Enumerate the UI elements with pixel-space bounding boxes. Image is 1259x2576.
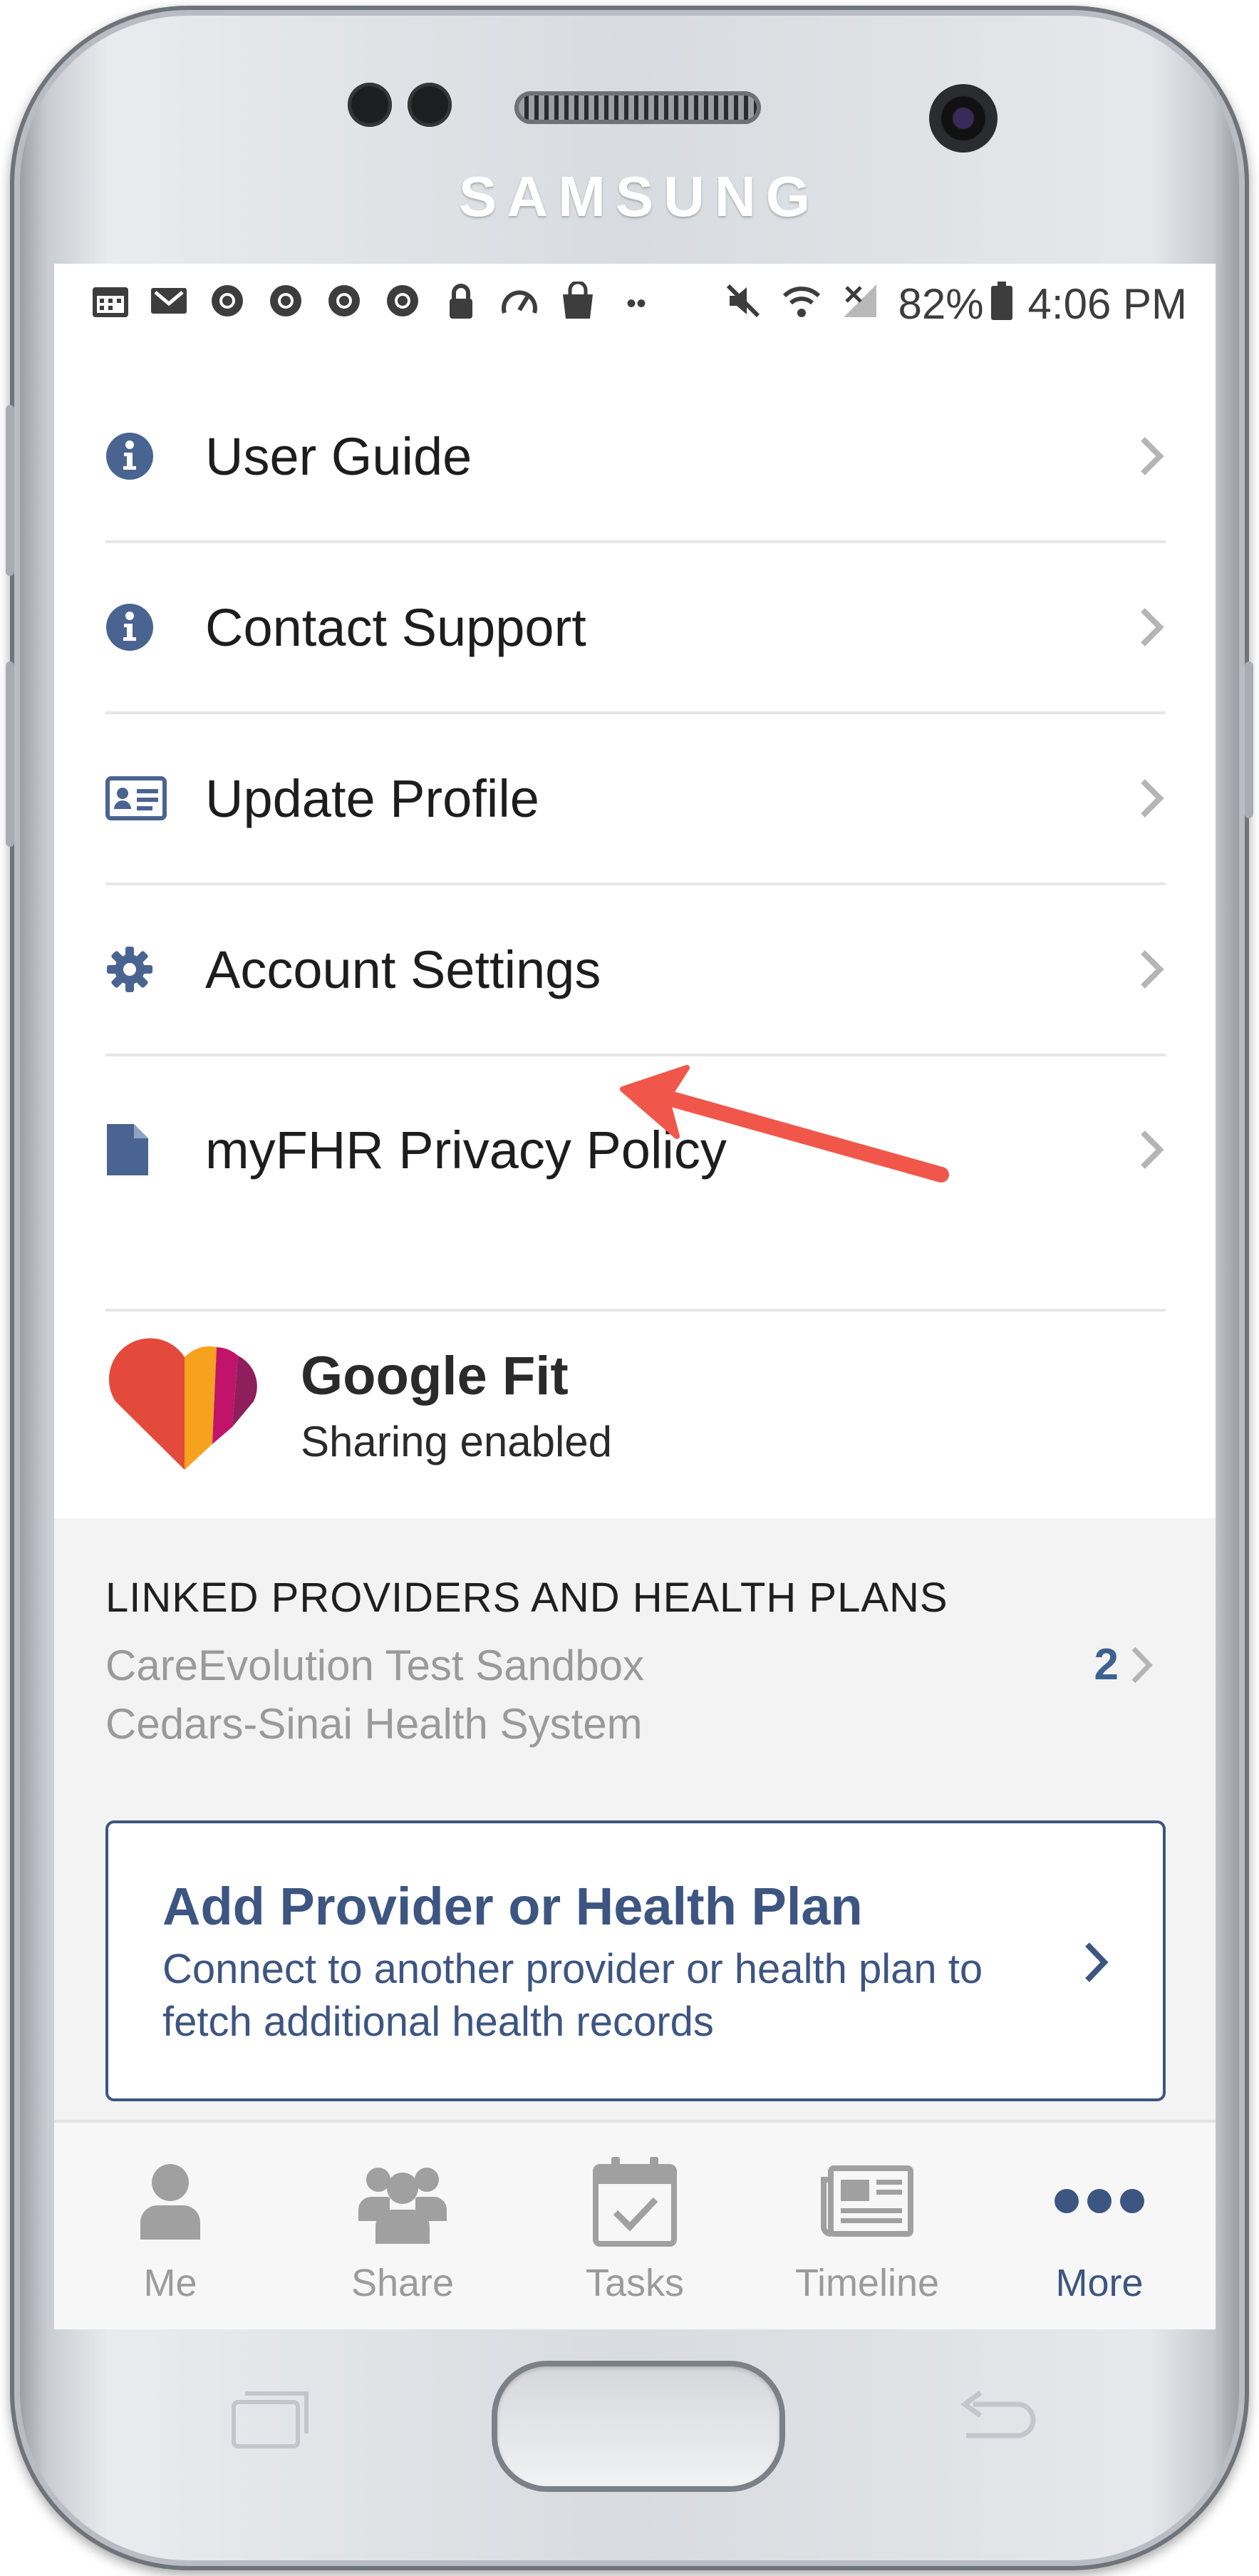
document-icon [105, 1123, 205, 1177]
linked-provider-name: Cedars-Sinai Health System [105, 1700, 643, 1748]
menu-item-label: Contact Support [205, 597, 586, 657]
chrome-icon [373, 283, 432, 324]
linked-provider-name: CareEvolution Test Sandbox [105, 1642, 645, 1689]
add-provider-description: Connect to another provider or health pl… [162, 1946, 983, 2045]
annotation-arrow-icon [620, 1065, 949, 1183]
notification-icons: •• [81, 280, 665, 326]
menu-item-label: User Guide [205, 426, 472, 486]
app-screen: •• 82% 4:06 PM User Guide Contact Suppor… [54, 264, 1216, 2329]
tab-share[interactable]: Share [286, 2123, 519, 2329]
google-fit-status: Sharing enabled [301, 1418, 613, 1465]
recent-apps-key-icon[interactable] [229, 2386, 312, 2466]
home-button[interactable] [497, 2366, 779, 2486]
chevron-right-icon [1141, 1130, 1164, 1169]
id-card-icon [105, 776, 205, 820]
tab-more[interactable]: More [983, 2123, 1216, 2329]
battery-icon [984, 282, 1020, 326]
tab-label: More [1055, 2262, 1144, 2304]
google-fit-row[interactable]: Google Fit Sharing enabled [105, 1334, 1166, 1477]
front-camera [929, 84, 998, 153]
volume-button [6, 405, 14, 576]
system-status: 82% 4:06 PM [714, 279, 1187, 329]
calendar-check-icon [593, 2151, 677, 2251]
menu-item-update-profile[interactable]: Update Profile [105, 714, 1166, 885]
menu-item-account-settings[interactable]: Account Settings [105, 885, 1166, 1056]
menu-item-label: Account Settings [205, 939, 601, 999]
tab-timeline[interactable]: Timeline [751, 2123, 983, 2329]
info-circle-icon [105, 432, 205, 480]
more-dots-icon: •• [626, 288, 646, 319]
google-fit-text: Google Fit Sharing enabled [301, 1345, 612, 1466]
sensor-dot [348, 83, 392, 127]
gear-icon [105, 945, 205, 994]
tab-tasks[interactable]: Tasks [519, 2123, 751, 2329]
add-provider-card[interactable]: Add Provider or Health Plan Connect to a… [105, 1820, 1166, 2101]
chevron-right-icon [1141, 950, 1164, 989]
chevron-right-icon [1131, 1647, 1153, 1683]
clock: 4:06 PM [1027, 279, 1187, 328]
menu-item-label: Update Profile [205, 768, 539, 828]
back-key-icon[interactable] [952, 2391, 1037, 2464]
info-circle-icon [105, 603, 205, 651]
device-brand-logo: SAMSUNG [459, 165, 820, 228]
menu-item-contact-support[interactable]: Contact Support [105, 543, 1166, 714]
linked-providers-count-button[interactable]: 2 [1094, 1639, 1154, 1690]
chevron-right-icon [1141, 608, 1164, 646]
group-icon [358, 2151, 447, 2251]
chevron-right-icon [1141, 437, 1164, 475]
tab-label: Share [351, 2262, 455, 2304]
tab-label: Timeline [794, 2262, 940, 2304]
chrome-icon [315, 283, 373, 324]
battery-percent: 82% [898, 279, 984, 328]
mail-icon [140, 285, 198, 322]
chevron-right-icon [1141, 779, 1164, 818]
shopping-bag-icon [549, 280, 607, 326]
tab-label: Tasks [585, 2262, 685, 2304]
speedometer-icon [490, 284, 549, 323]
menu-item-user-guide[interactable]: User Guide [105, 372, 1166, 543]
power-button [1245, 661, 1253, 818]
earpiece-speaker [514, 91, 761, 124]
bottom-tab-bar: Me Share Tasks Timeline More [54, 2120, 1216, 2329]
chrome-icon [198, 283, 257, 324]
bixby-button [6, 661, 14, 847]
mute-icon [714, 282, 772, 326]
chevron-right-icon [1085, 1942, 1109, 1982]
person-icon [138, 2151, 203, 2251]
google-fit-heart-icon [105, 1337, 301, 1475]
sensor-dot [408, 83, 452, 127]
google-fit-title: Google Fit [301, 1346, 569, 1406]
linked-count: 2 [1094, 1640, 1119, 1689]
section-heading: LINKED PROVIDERS AND HEALTH PLANS [105, 1575, 948, 1621]
add-provider-title: Add Provider or Health Plan [162, 1877, 863, 1936]
calendar-icon [81, 283, 140, 324]
tab-label: Me [143, 2262, 197, 2304]
divider [105, 1309, 1166, 1312]
status-bar: •• 82% 4:06 PM [54, 264, 1216, 344]
chrome-icon [257, 283, 315, 324]
lock-icon [432, 282, 490, 326]
more-dots-icon [1054, 2151, 1145, 2251]
newspaper-icon [821, 2151, 913, 2251]
no-signal-icon [831, 282, 889, 326]
tab-me[interactable]: Me [54, 2123, 286, 2329]
wifi-icon [772, 283, 831, 324]
